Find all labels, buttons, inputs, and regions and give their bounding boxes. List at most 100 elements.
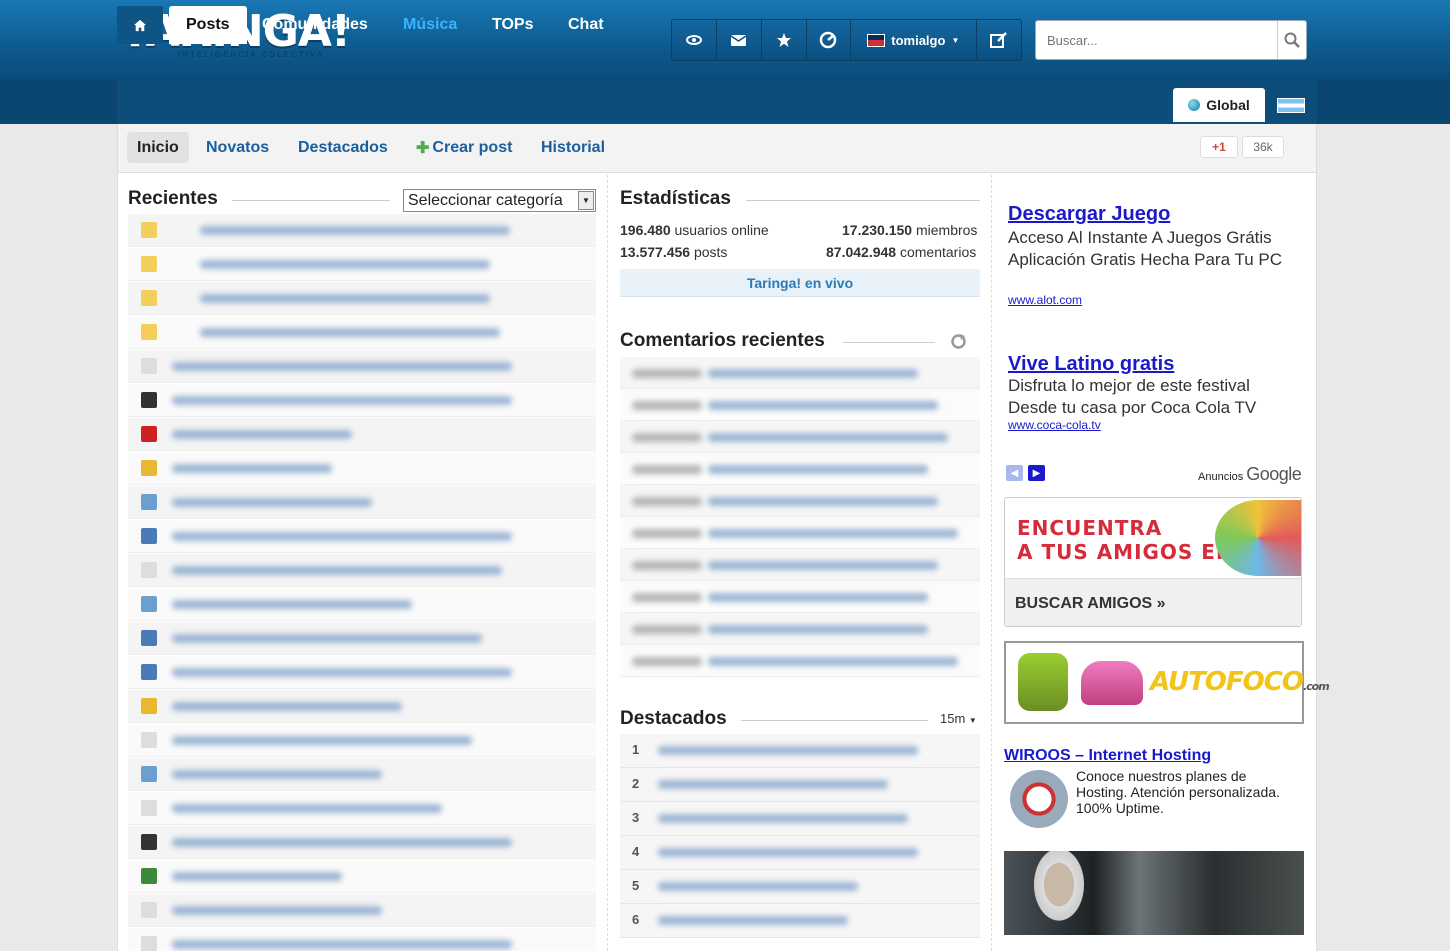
subnav-inicio[interactable]: Inicio	[127, 132, 189, 163]
destacado-row[interactable]: 5	[620, 870, 980, 904]
ad-url[interactable]: www.coca-cola.tv	[1008, 418, 1101, 432]
comment-row[interactable]	[620, 645, 980, 677]
compose-icon[interactable]	[977, 20, 1021, 60]
autofoco-banner[interactable]: AUTOFOCO.com	[1004, 641, 1330, 724]
user-menu[interactable]: tomialgo ▼	[851, 20, 978, 60]
globe-graphic	[1215, 500, 1301, 576]
global-button[interactable]: Global	[1173, 88, 1265, 122]
recent-post-row[interactable]	[128, 690, 596, 723]
category-icon	[141, 528, 157, 544]
recent-post-row[interactable]	[128, 758, 596, 791]
refresh-icon[interactable]	[807, 20, 851, 60]
recent-post-row[interactable]	[128, 928, 596, 951]
subnav-historial[interactable]: Historial	[531, 132, 615, 163]
destacado-row[interactable]: 6	[620, 904, 980, 938]
ad-url[interactable]: www.alot.com	[1008, 293, 1082, 307]
comment-user-blurred	[632, 529, 702, 538]
recent-post-row[interactable]	[128, 826, 596, 859]
category-icon	[141, 358, 157, 374]
recent-post-row[interactable]	[128, 520, 596, 553]
recent-post-row[interactable]	[128, 418, 596, 451]
recent-post-row[interactable]	[128, 214, 596, 247]
google-plus-button[interactable]: +1	[1200, 136, 1238, 158]
username: tomialgo	[891, 32, 946, 48]
comment-row[interactable]	[620, 357, 980, 389]
recent-post-row[interactable]	[128, 792, 596, 825]
destacado-row[interactable]: 4	[620, 836, 980, 870]
recent-post-row[interactable]	[128, 724, 596, 757]
recent-post-row[interactable]	[128, 860, 596, 893]
search-input[interactable]	[1036, 21, 1276, 59]
adchoices-label[interactable]: Anuncios Google	[1198, 464, 1302, 485]
buscar-amigos-button[interactable]: BUSCAR AMIGOS »	[1005, 578, 1301, 626]
comment-row[interactable]	[620, 517, 980, 549]
comment-user-blurred	[632, 433, 702, 442]
comment-row[interactable]	[620, 421, 980, 453]
taringa-en-vivo-link[interactable]: Taringa! en vivo	[620, 269, 980, 297]
comment-text-blurred	[708, 529, 958, 538]
tab-comunidades[interactable]: Comunidades	[245, 6, 385, 44]
subnav-destacados[interactable]: Destacados	[288, 132, 398, 163]
recent-post-row[interactable]	[128, 384, 596, 417]
post-title-blurred	[172, 566, 502, 575]
tab-tops[interactable]: TOPs	[475, 6, 551, 44]
category-icon	[141, 834, 157, 850]
destacado-rank: 5	[632, 878, 640, 893]
wiroos-ad-title[interactable]: WIROOS – Internet Hosting	[1004, 747, 1211, 765]
post-title-blurred	[172, 702, 402, 711]
recent-post-row[interactable]	[128, 452, 596, 485]
category-select[interactable]: Seleccionar categoría ▼	[403, 189, 596, 212]
destacado-row[interactable]: 2	[620, 768, 980, 802]
recent-post-row[interactable]	[128, 554, 596, 587]
subnav-crear-post[interactable]: ✚ Crear post	[406, 132, 522, 163]
subnav-novatos[interactable]: Novatos	[196, 132, 279, 163]
mail-icon[interactable]	[717, 20, 762, 60]
eye-icon[interactable]	[672, 20, 717, 60]
recent-post-row[interactable]	[128, 486, 596, 519]
autofoco-logo: AUTOFOCO.com	[1150, 667, 1330, 697]
recent-post-row[interactable]	[128, 588, 596, 621]
buscar-amigos-banner[interactable]: ENCUENTRA A TUS AMIGOS EN T! BUSCAR AMIG…	[1004, 497, 1302, 627]
stat-posts: 13.577.456 posts	[620, 244, 727, 260]
comment-row[interactable]	[620, 453, 980, 485]
buscar-amigos-label: BUSCAR AMIGOS »	[1015, 595, 1166, 612]
comment-row[interactable]	[620, 389, 980, 421]
ad-title[interactable]: Descargar Juego	[1008, 203, 1170, 226]
comment-row[interactable]	[620, 485, 980, 517]
ad-prev-button[interactable]: ◀	[1006, 465, 1023, 481]
comment-row[interactable]	[620, 613, 980, 645]
recent-post-row[interactable]	[128, 622, 596, 655]
category-select-value: Seleccionar categoría	[408, 191, 563, 209]
recent-post-row[interactable]	[128, 316, 596, 349]
comment-text-blurred	[708, 433, 948, 442]
recent-post-row[interactable]	[128, 282, 596, 315]
comentarios-title: Comentarios recientes	[620, 330, 825, 351]
period-select[interactable]: 15m ▼	[940, 711, 977, 726]
destacado-row[interactable]: 3	[620, 802, 980, 836]
destacado-rank: 4	[632, 844, 640, 859]
online-label: usuarios online	[674, 222, 769, 238]
recent-post-row[interactable]	[128, 248, 596, 281]
category-icon	[141, 290, 157, 306]
argentina-flag-icon[interactable]	[1277, 98, 1305, 113]
search-button[interactable]	[1277, 21, 1306, 59]
recent-post-row[interactable]	[128, 656, 596, 689]
ad-body: Acceso Al Instante A Juegos Grátis Aplic…	[1008, 228, 1283, 269]
ad-title[interactable]: Vive Latino gratis	[1008, 353, 1174, 376]
destacado-row[interactable]: 1	[620, 734, 980, 768]
home-button[interactable]	[117, 6, 163, 44]
logo-tagline: INTELIGENCIA COLECTIVA	[178, 50, 325, 59]
tab-posts[interactable]: Posts	[169, 6, 247, 44]
recent-post-row[interactable]	[128, 894, 596, 927]
person-graphic	[1024, 851, 1094, 935]
column-divider	[991, 175, 992, 951]
tab-chat[interactable]: Chat	[551, 6, 621, 44]
star-icon[interactable]	[762, 20, 807, 60]
refresh-icon[interactable]	[950, 333, 967, 355]
tab-musica[interactable]: Música	[386, 6, 474, 44]
comment-row[interactable]	[620, 581, 980, 613]
comment-row[interactable]	[620, 549, 980, 581]
recent-post-row[interactable]	[128, 350, 596, 383]
comment-text-blurred	[708, 465, 928, 474]
ad-next-button[interactable]: ▶	[1028, 465, 1045, 481]
